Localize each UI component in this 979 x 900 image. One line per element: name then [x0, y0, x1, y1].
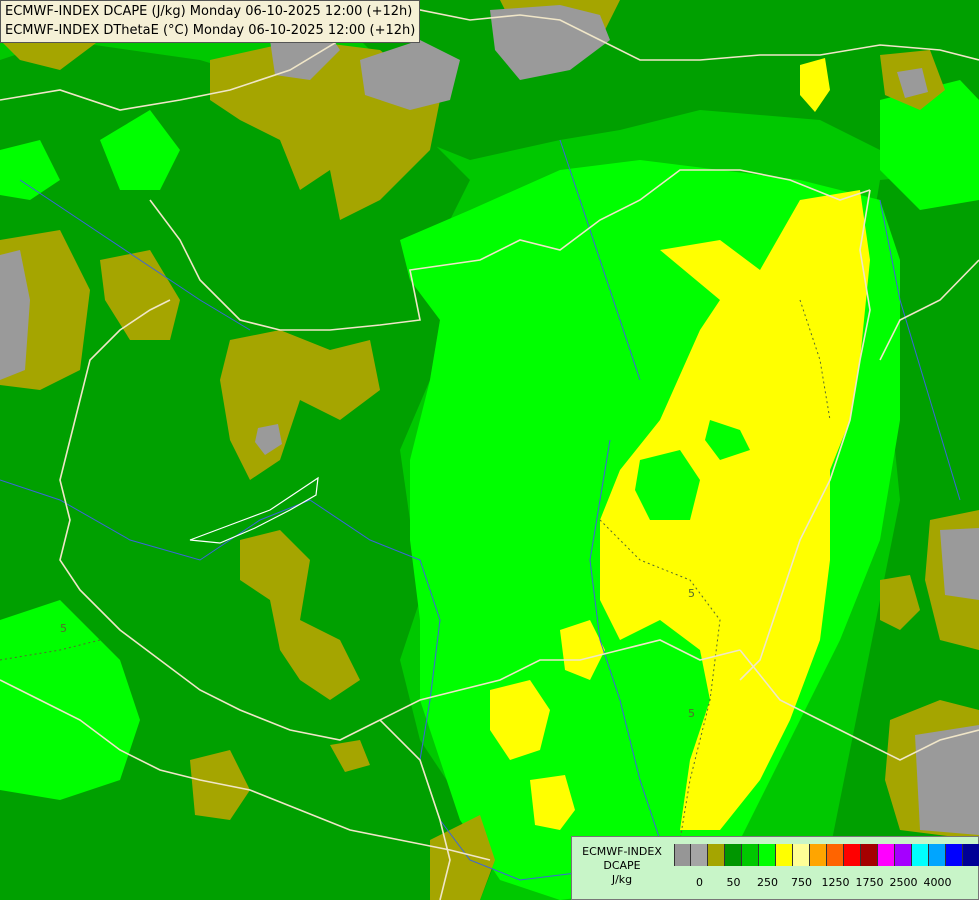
legend-swatch [725, 844, 742, 866]
legend-swatch [742, 844, 759, 866]
legend-tick-label: 1750 [855, 876, 884, 889]
legend-swatch [674, 844, 691, 866]
grey-region-east [940, 528, 979, 600]
grey-region-southeast [915, 725, 979, 835]
contour-label: 5 [60, 622, 67, 635]
legend-swatch [912, 844, 929, 866]
legend-swatches [674, 844, 979, 866]
legend-tick-label: 250 [757, 876, 778, 889]
legend-swatch [963, 844, 979, 866]
legend-swatch [776, 844, 793, 866]
legend-swatch [844, 844, 861, 866]
legend-tick-label: 2500 [889, 876, 918, 889]
legend-variable-label: DCAPE [603, 859, 641, 872]
dthetae-title: ECMWF-INDEX DThetaE (°C) Monday 06-10-20… [5, 23, 416, 38]
map-title-box: ECMWF-INDEX DCAPE (J/kg) Monday 06-10-20… [0, 0, 421, 43]
contour-label: 5 [688, 707, 695, 720]
legend-swatch [946, 844, 963, 866]
legend-swatch [827, 844, 844, 866]
legend-tick-label: 0 [696, 876, 703, 889]
legend-swatch [895, 844, 912, 866]
legend-tick-label: 750 [791, 876, 812, 889]
legend-swatch [861, 844, 878, 866]
legend-tick-label: 4000 [923, 876, 952, 889]
legend-swatch [708, 844, 725, 866]
color-legend: ECMWF-INDEX DCAPE J/kg 0 50 250 750 1250 1750… [571, 836, 979, 900]
dcape-title: ECMWF-INDEX DCAPE (J/kg) Monday 06-10-20… [5, 4, 413, 19]
legend-unit-label: J/kg [611, 873, 633, 886]
legend-tick-label: 50 [726, 876, 741, 889]
contour-label: 5 [688, 587, 695, 600]
forecast-map[interactable]: 5 5 5 [0, 0, 979, 900]
legend-swatch [878, 844, 895, 866]
legend-swatch [793, 844, 810, 866]
legend-swatch [929, 844, 946, 866]
legend-model-label: ECMWF-INDEX [582, 845, 662, 858]
legend-swatch [759, 844, 776, 866]
legend-swatch [691, 844, 708, 866]
legend-title: ECMWF-INDEX DCAPE J/kg [574, 845, 670, 887]
legend-swatch [810, 844, 827, 866]
legend-tick-label: 1250 [821, 876, 850, 889]
